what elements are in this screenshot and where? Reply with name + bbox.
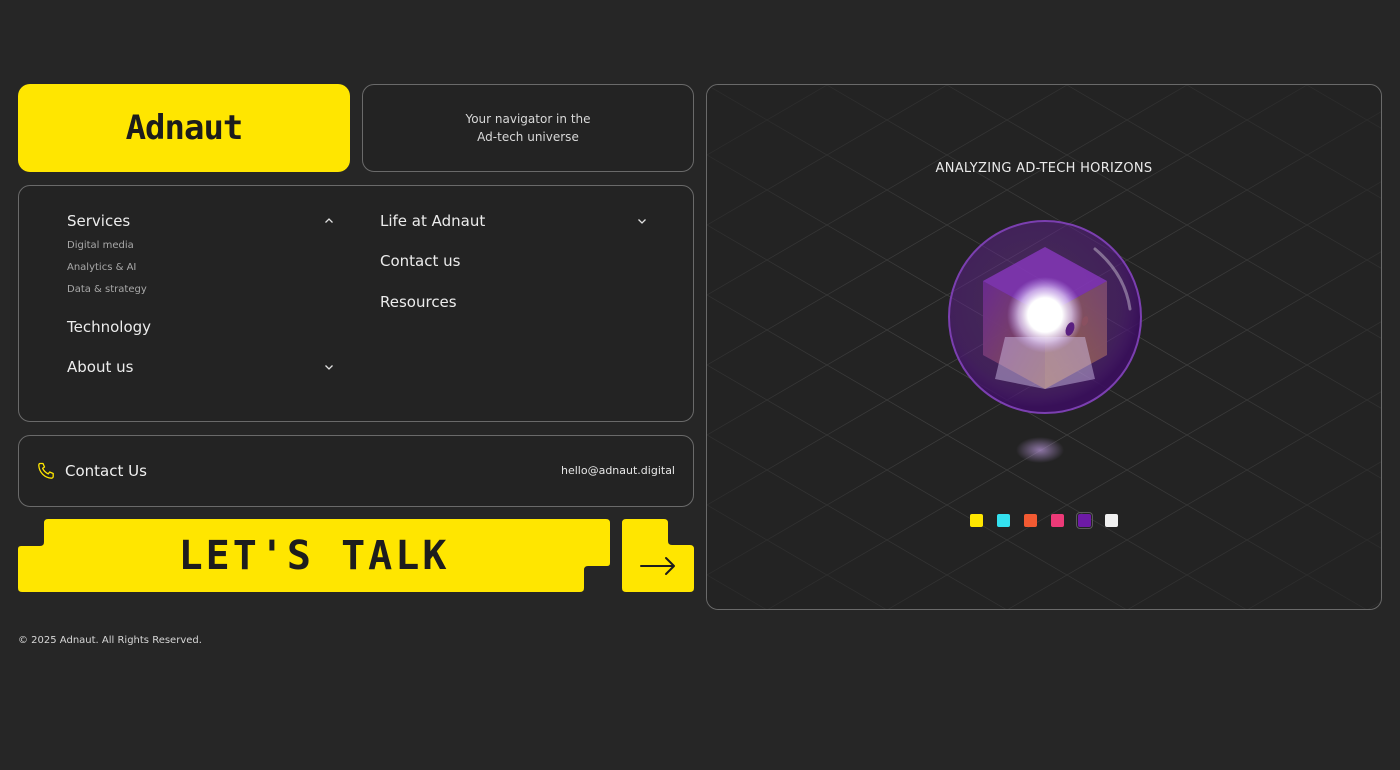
nav-item-services[interactable]: Services <box>67 212 335 230</box>
nav-item-life-at-adnaut[interactable]: Life at Adnaut <box>380 212 648 230</box>
color-swatch-group <box>970 512 1118 529</box>
lets-talk-label: LET'S TALK <box>178 532 450 579</box>
color-swatch-white[interactable] <box>1105 514 1118 527</box>
visual-title: ANALYZING AD-TECH HORIZONS <box>935 161 1153 176</box>
nav-item-label: Services <box>67 212 131 230</box>
cube-orb-illustration <box>948 220 1142 463</box>
contact-email-link[interactable]: hello@adnaut.digital <box>561 464 675 477</box>
chevron-up-icon <box>325 218 333 223</box>
logo-card[interactable]: Adnaut <box>18 84 350 172</box>
arrow-button[interactable] <box>622 519 694 592</box>
tagline-line-1: Your navigator in the <box>465 112 591 126</box>
contact-us-label: Contact Us <box>65 462 147 480</box>
nav-item-resources[interactable]: Resources <box>380 293 648 311</box>
lets-talk-button[interactable]: LET'S TALK <box>18 519 610 592</box>
color-swatch-yellow[interactable] <box>970 514 983 527</box>
nav-item-label: Life at Adnaut <box>380 212 486 230</box>
color-swatch-cyan[interactable] <box>997 514 1010 527</box>
sub-item-data-strategy[interactable]: Data & strategy <box>67 284 147 295</box>
logo: Adnaut <box>125 108 244 148</box>
sub-item-digital-media[interactable]: Digital media <box>67 240 134 251</box>
nav-item-label: Resources <box>380 293 457 311</box>
tagline-line-2: Ad-tech universe <box>477 130 579 144</box>
contact-bar: Contact Us hello@adnaut.digital <box>18 435 694 507</box>
nav-item-about-us[interactable]: About us <box>67 358 335 376</box>
phone-icon <box>38 462 54 479</box>
tagline-card: Your navigator in the Ad-tech universe <box>362 84 694 172</box>
navigation-menu: Services Digital media Analytics & AI Da… <box>18 185 694 422</box>
contact-us-link[interactable]: Contact Us <box>36 461 147 481</box>
nav-item-label: About us <box>67 358 134 376</box>
visual-panel: ANALYZING AD-TECH HORIZONS <box>706 84 1382 610</box>
nav-item-contact-us[interactable]: Contact us <box>380 252 648 270</box>
color-swatch-pink[interactable] <box>1051 514 1064 527</box>
sub-item-analytics-ai[interactable]: Analytics & AI <box>67 262 136 273</box>
arrow-button-shape <box>622 519 694 592</box>
color-swatch-purple[interactable] <box>1076 512 1093 529</box>
nav-item-label: Technology <box>67 318 152 336</box>
chevron-down-icon <box>325 365 333 370</box>
nav-item-technology[interactable]: Technology <box>67 318 335 336</box>
chevron-down-icon <box>638 219 646 224</box>
color-swatch-orange[interactable] <box>1024 514 1037 527</box>
nav-item-label: Contact us <box>380 252 461 270</box>
footer-copyright: © 2025 Adnaut. All Rights Reserved. <box>18 635 202 646</box>
